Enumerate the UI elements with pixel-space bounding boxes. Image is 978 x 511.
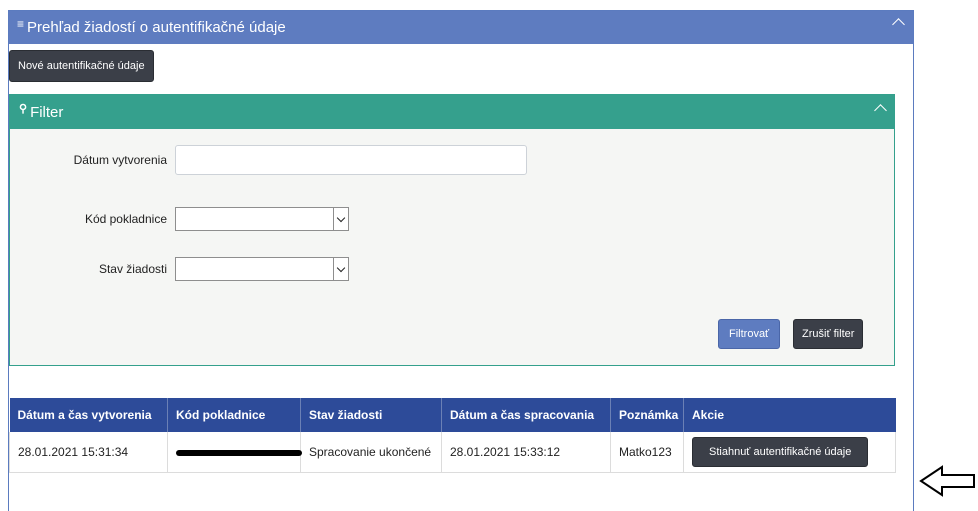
- apply-filter-button[interactable]: Filtrovať: [718, 319, 781, 349]
- chevron-up-icon[interactable]: [892, 18, 905, 31]
- search-icon: ⚲: [19, 102, 28, 115]
- column-header[interactable]: Poznámka: [610, 398, 684, 432]
- column-header: Akcie: [683, 398, 896, 432]
- request-state-label: Stav žiadosti: [98, 262, 167, 276]
- clear-filter-button[interactable]: Zrušiť filter: [793, 319, 864, 349]
- table-row: 28.01.2021 15:31:34 Spracovanie ukončené…: [9, 432, 896, 473]
- panel-header: ≡ Prehľad žiadostí o autentifikačné údaj…: [9, 11, 913, 44]
- panel-title: Prehľad žiadostí o autentifikačné údaje: [27, 19, 286, 36]
- created-cell: 28.01.2021 15:31:34: [9, 432, 168, 473]
- request-state-select[interactable]: [175, 257, 349, 281]
- chevron-up-icon[interactable]: [874, 104, 887, 117]
- new-credentials-button[interactable]: Nové autentifikačné údaje: [9, 50, 154, 82]
- column-header[interactable]: Kód pokladnice: [167, 398, 301, 432]
- actions-cell: Stiahnuť autentifikačné údaje: [683, 432, 896, 473]
- note-cell: Matko123: [610, 432, 684, 473]
- column-header[interactable]: Stav žiadosti: [300, 398, 442, 432]
- column-header[interactable]: Dátum a čas vytvorenia: [9, 398, 168, 432]
- processed-cell: 28.01.2021 15:33:12: [441, 432, 611, 473]
- download-credentials-button[interactable]: Stiahnuť autentifikačné údaje: [692, 437, 869, 467]
- chevron-down-icon[interactable]: [333, 258, 348, 280]
- created-date-row: Dátum vytvorenia: [10, 145, 527, 175]
- column-header[interactable]: Dátum a čas spracovania: [441, 398, 611, 432]
- state-cell: Spracovanie ukončené: [300, 432, 442, 473]
- register-code-cell: [167, 432, 302, 473]
- left-arrow-icon: [919, 465, 975, 497]
- created-date-label: Dátum vytvorenia: [73, 153, 167, 167]
- filter-header: ⚲ Filter: [10, 95, 894, 129]
- chevron-down-icon[interactable]: [333, 208, 348, 230]
- created-date-input[interactable]: [175, 145, 527, 175]
- register-code-row: Kód pokladnice: [10, 207, 349, 231]
- table-header-row: Dátum a čas vytvorenia Kód pokladnice St…: [9, 398, 896, 432]
- hamburger-icon: ≡: [17, 16, 25, 31]
- register-code-label: Kód pokladnice: [84, 212, 167, 226]
- filter-panel: ⚲ Filter Dátum vytvorenia Kód pokladnice…: [9, 94, 895, 366]
- requests-table: Dátum a čas vytvorenia Kód pokladnice St…: [9, 398, 896, 473]
- register-code-select[interactable]: [175, 207, 349, 231]
- request-state-row: Stav žiadosti: [10, 257, 349, 281]
- filter-title: Filter: [30, 103, 64, 121]
- redacted-value: [176, 449, 302, 456]
